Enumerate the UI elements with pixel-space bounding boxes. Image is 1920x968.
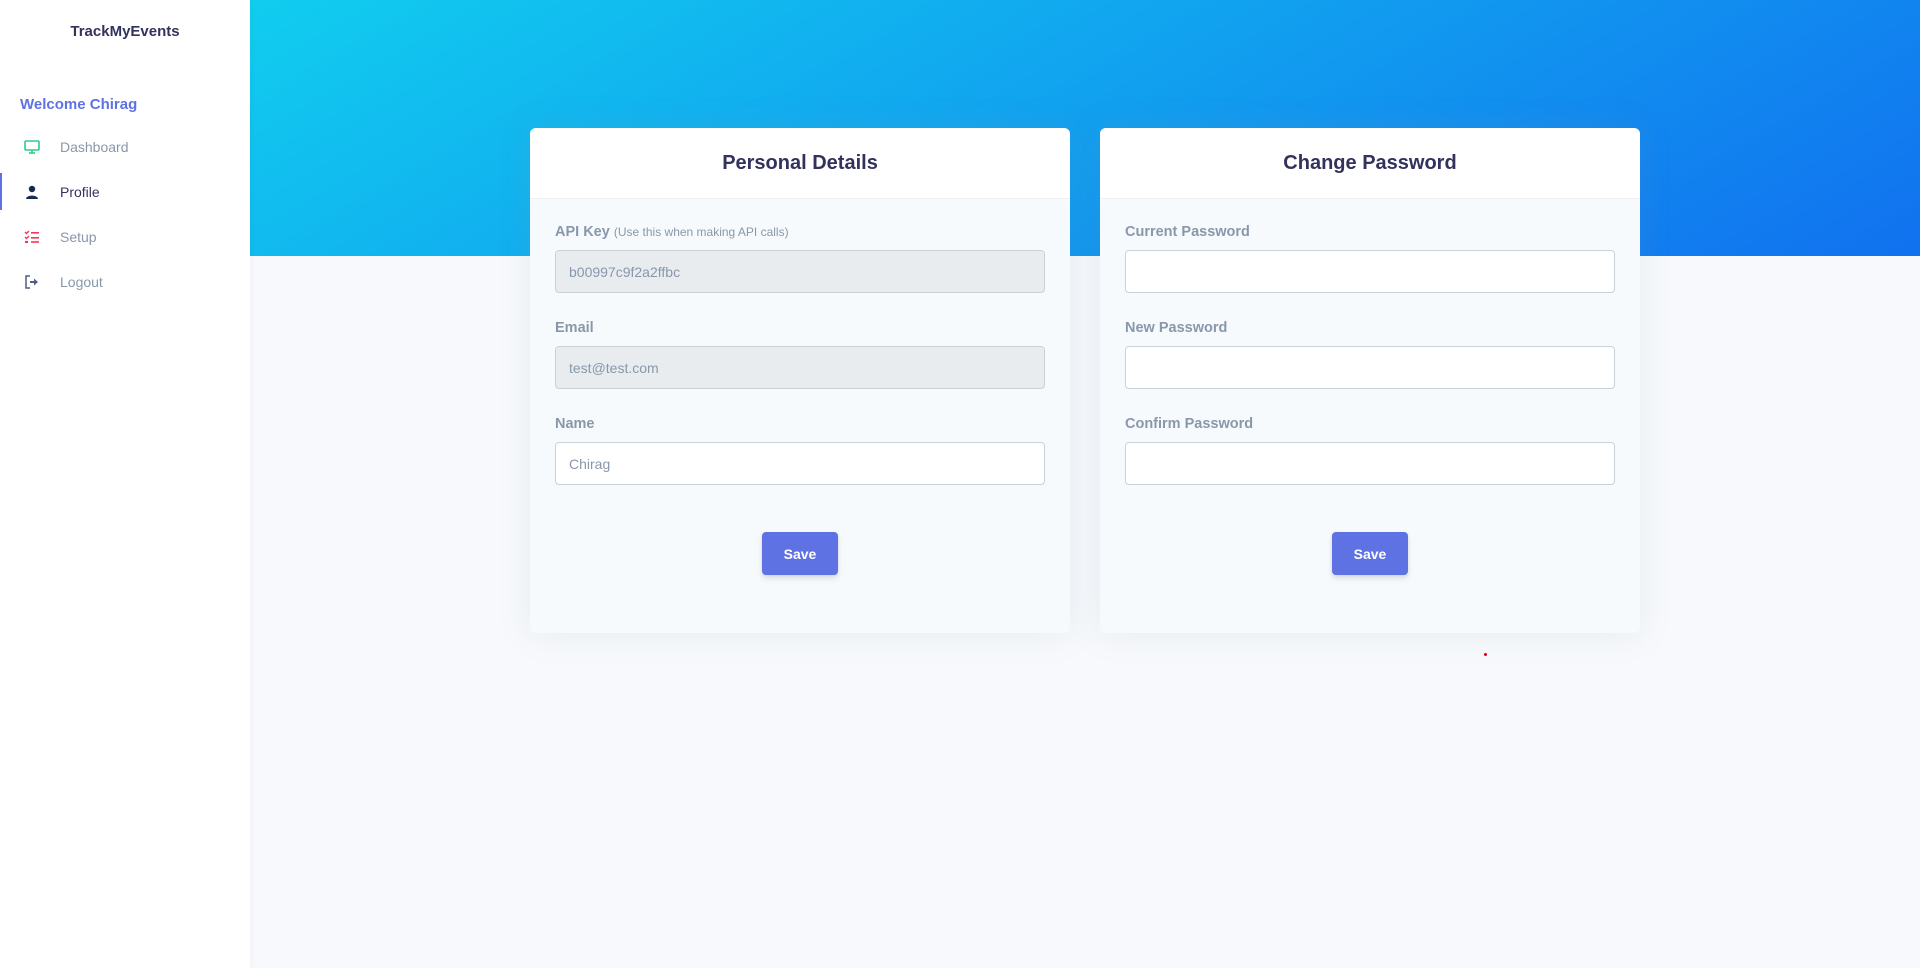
card-header: Personal Details (530, 128, 1070, 199)
personal-details-card: Personal Details API Key (Use this when … (530, 128, 1070, 633)
email-field (555, 346, 1045, 389)
new-password-field[interactable] (1125, 346, 1615, 389)
confirm-password-label: Confirm Password (1125, 416, 1254, 432)
sidebar-item-label: Logout (60, 273, 103, 290)
api-key-label-text: API Key (555, 224, 610, 240)
sidebar-item-label: Setup (60, 228, 97, 245)
sidebar-item-label: Profile (60, 183, 100, 200)
sidebar-item-dashboard[interactable]: Dashboard (0, 124, 250, 169)
api-key-hint: (Use this when making API calls) (613, 225, 789, 239)
button-wrap: Save (1125, 532, 1615, 575)
sidebar-nav: Dashboard Profile Setup Logout (0, 124, 250, 304)
welcome-text: Welcome Chirag (20, 96, 138, 113)
save-profile-button[interactable]: Save (762, 532, 838, 575)
current-password-group: Current Password (1125, 224, 1615, 293)
sidebar-item-profile[interactable]: Profile (0, 169, 250, 214)
card-header: Change Password (1100, 128, 1640, 199)
brand-title[interactable]: TrackMyEvents (0, 23, 250, 40)
sidebar: TrackMyEvents Welcome Chirag Dashboard P… (0, 0, 250, 968)
email-label: Email (555, 320, 594, 336)
card-title: Change Password (1283, 151, 1457, 174)
current-password-label: Current Password (1125, 224, 1250, 240)
button-wrap: Save (555, 532, 1045, 575)
cursor-dot (1484, 653, 1487, 656)
header-banner (250, 0, 1920, 256)
sidebar-item-label: Dashboard (60, 138, 129, 155)
name-field[interactable] (555, 442, 1045, 485)
sidebar-item-logout[interactable]: Logout (0, 259, 250, 304)
api-key-field (555, 250, 1045, 293)
name-label: Name (555, 416, 595, 432)
card-body: Current Password New Password Confirm Pa… (1100, 199, 1640, 575)
card-body: API Key (Use this when making API calls)… (530, 199, 1070, 575)
change-password-card: Change Password Current Password New Pas… (1100, 128, 1640, 633)
save-password-button[interactable]: Save (1332, 532, 1408, 575)
checklist-icon (24, 229, 40, 245)
email-group: Email (555, 320, 1045, 389)
user-icon (24, 184, 40, 200)
card-title: Personal Details (722, 151, 878, 174)
confirm-password-field[interactable] (1125, 442, 1615, 485)
logout-icon (24, 274, 40, 290)
monitor-icon (24, 139, 40, 155)
sidebar-item-setup[interactable]: Setup (0, 214, 250, 259)
api-key-group: API Key (Use this when making API calls) (555, 224, 1045, 293)
api-key-label: API Key (Use this when making API calls) (555, 224, 1045, 240)
current-password-field[interactable] (1125, 250, 1615, 293)
name-group: Name (555, 416, 1045, 485)
new-password-label: New Password (1125, 320, 1228, 336)
confirm-password-group: Confirm Password (1125, 416, 1615, 485)
new-password-group: New Password (1125, 320, 1615, 389)
